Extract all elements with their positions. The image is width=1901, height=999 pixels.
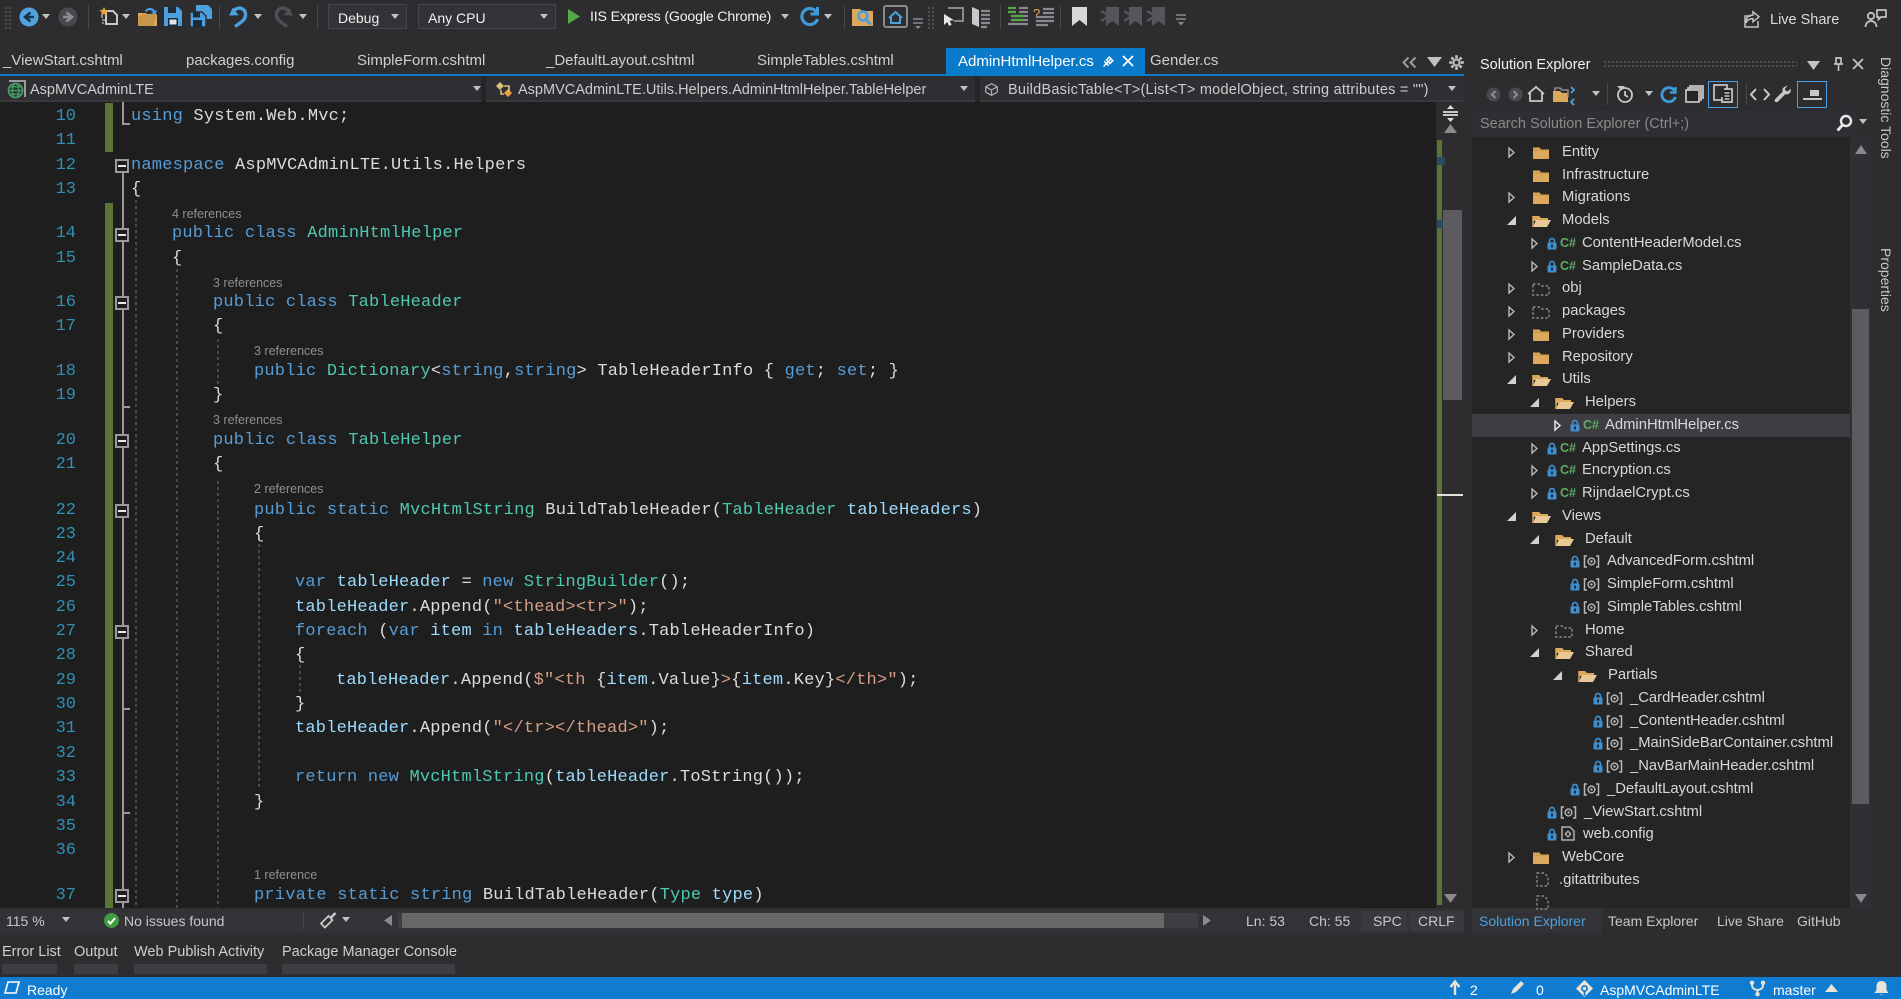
svg-text:?: ?: [1033, 6, 1040, 21]
